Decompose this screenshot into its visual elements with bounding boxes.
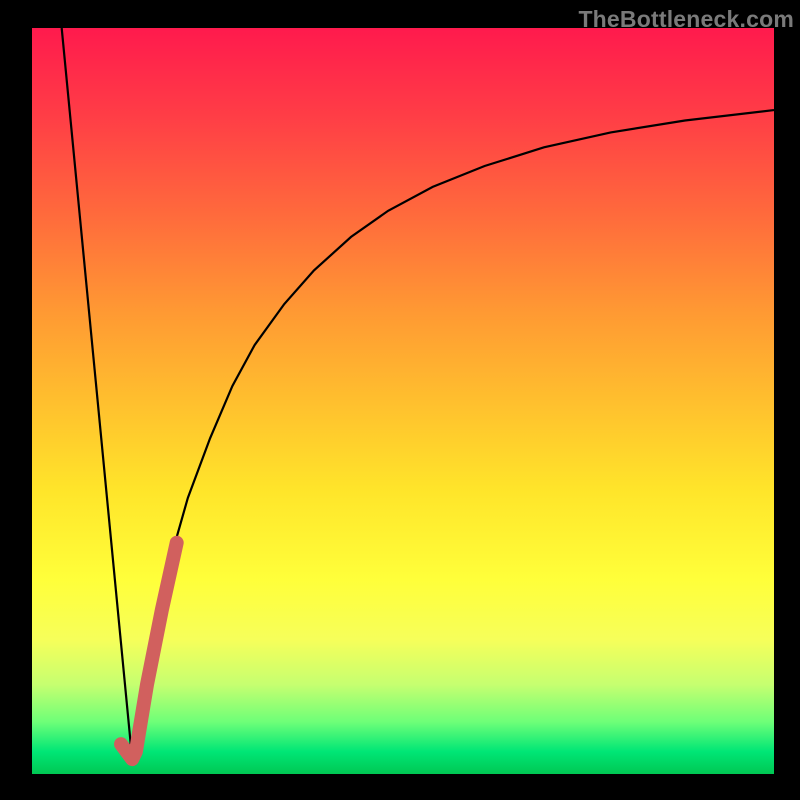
chart-svg-layer [0,0,800,800]
chart-frame: TheBottleneck.com [0,0,800,800]
series-left-falling-segment [62,28,132,759]
series-right-log-curve [132,110,774,759]
